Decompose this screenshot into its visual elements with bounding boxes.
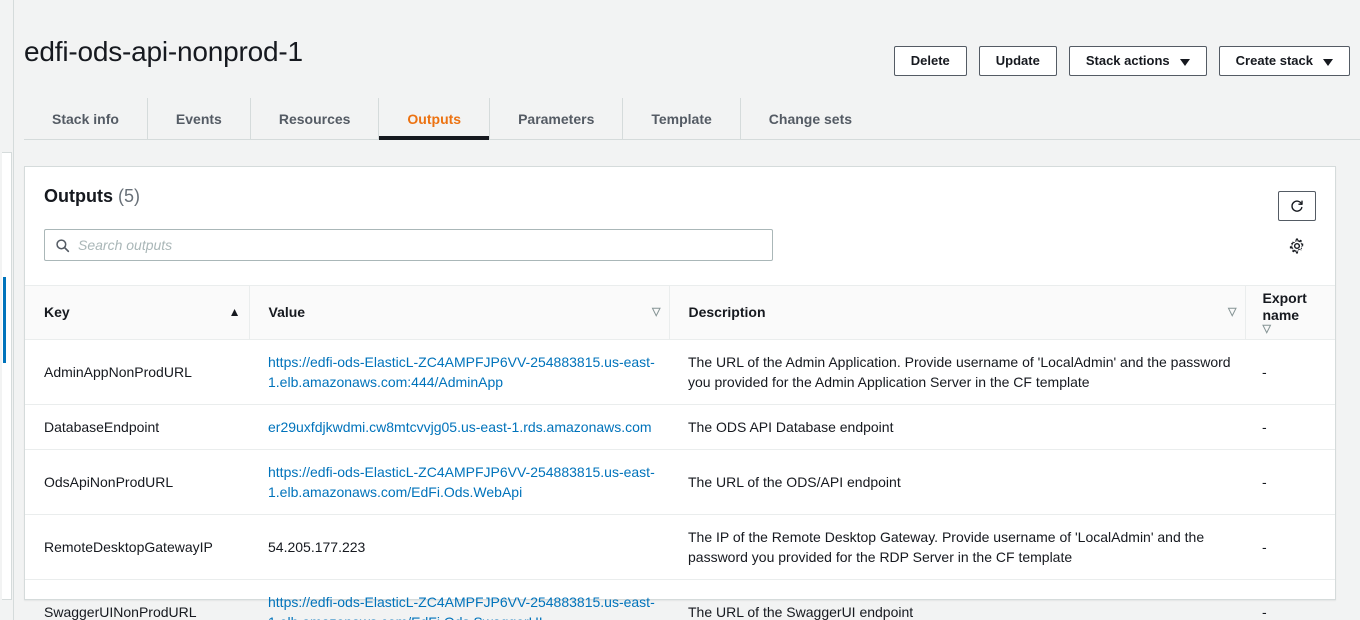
cell-key: RemoteDesktopGatewayIP [25, 514, 249, 580]
cell-value: 54.205.177.223 [249, 514, 669, 580]
table-row: AdminAppNonProdURL https://edfi-ods-Elas… [25, 339, 1335, 405]
cell-export-name: - [1245, 449, 1335, 515]
side-panel-active-indicator [3, 277, 6, 363]
column-header-export-name[interactable]: Export name ▽ [1244, 285, 1335, 340]
search-input[interactable] [78, 237, 762, 253]
tab-label: Parameters [518, 110, 595, 127]
table-row: DatabaseEndpoint er29uxfdjkwdmi.cw8mtcvv… [25, 404, 1335, 450]
outputs-table-body: AdminAppNonProdURL https://edfi-ods-Elas… [25, 339, 1335, 620]
tab-template[interactable]: Template [623, 98, 741, 139]
cell-description: The URL of the SwaggerUI endpoint [688, 604, 914, 620]
cell-key: DatabaseEndpoint [25, 404, 249, 450]
outputs-panel-header: Outputs (5) [25, 167, 1335, 285]
create-stack-label: Create stack [1235, 53, 1313, 68]
output-value-link[interactable]: https://edfi-ods-ElasticL-ZC4AMPFJP6VV-2… [268, 464, 655, 500]
cell-description: The IP of the Remote Desktop Gateway. Pr… [669, 514, 1245, 580]
cell-export-name: - [1262, 604, 1267, 620]
create-stack-button[interactable]: Create stack [1218, 46, 1350, 76]
table-row: SwaggerUINonProdURL https://edfi-ods-Ela… [25, 580, 1335, 620]
collapsed-side-panel[interactable] [0, 0, 14, 620]
cell-description: The ODS API Database endpoint [669, 404, 1245, 450]
delete-button[interactable]: Delete [893, 46, 967, 76]
tab-label: Template [651, 110, 712, 127]
output-value-link[interactable]: https://edfi-ods-ElasticL-ZC4AMPFJP6VV-2… [268, 354, 655, 390]
outputs-panel: Outputs (5) Search outputs Key ▲ Value ▽… [24, 166, 1336, 620]
cell-key: AdminAppNonProdURL [25, 339, 249, 405]
tab-events[interactable]: Events [148, 98, 251, 139]
column-label: Description [688, 304, 766, 321]
cell-description: The URL of the ODS/API endpoint [669, 449, 1245, 515]
stack-actions-label: Stack actions [1085, 53, 1170, 68]
search-outputs-field[interactable] [44, 229, 773, 261]
tab-change-sets[interactable]: Change sets [741, 98, 880, 139]
preferences-button[interactable] [1287, 236, 1307, 256]
page-title: edfi-ods-api-nonprod-1 [24, 36, 303, 67]
cell-value: https://edfi-ods-ElasticL-ZC4AMPFJP6VV-2… [249, 580, 669, 620]
outputs-table: Key ▲ Value ▽ Description ▽ Export name … [25, 285, 1335, 620]
output-value-link[interactable]: https://edfi-ods-ElasticL-ZC4AMPFJP6VV-2… [268, 594, 655, 620]
column-label: Key [44, 304, 70, 321]
side-panel-edge[interactable] [2, 152, 12, 600]
column-label: Export name [1262, 290, 1307, 323]
search-icon [56, 238, 70, 252]
sort-ascending-icon: ▲ [228, 305, 241, 320]
cloudformation-stack-detail-page: edfi-ods-api-nonprod-1 Delete Update Sta… [0, 0, 1360, 620]
cell-export-name: - [1245, 339, 1335, 405]
sort-icon: ▽ [652, 305, 661, 318]
cell-key: SwaggerUINonProdURL [44, 604, 197, 620]
table-row: OdsApiNonProdURL https://edfi-ods-Elasti… [25, 449, 1335, 515]
tab-resources[interactable]: Resources [251, 98, 380, 139]
cell-value: https://edfi-ods-ElasticL-ZC4AMPFJP6VV-2… [249, 449, 669, 515]
column-label: Value [268, 304, 306, 321]
cell-value: https://edfi-ods-ElasticL-ZC4AMPFJP6VV-2… [249, 339, 669, 405]
column-header-key[interactable]: Key ▲ [25, 285, 249, 340]
table-header-row: Key ▲ Value ▽ Description ▽ Export name … [25, 285, 1335, 340]
page-header: edfi-ods-api-nonprod-1 Delete Update Sta… [14, 0, 1360, 140]
tab-stack-info[interactable]: Stack info [24, 98, 148, 139]
table-row: RemoteDesktopGatewayIP 54.205.177.223 Th… [25, 514, 1335, 580]
cell-description: The URL of the Admin Application. Provid… [669, 339, 1245, 405]
stack-detail-tabs: Stack info Events Resources Outputs Para… [24, 98, 1360, 140]
sort-icon: ▽ [1228, 305, 1237, 318]
outputs-count: (5) [118, 186, 141, 206]
cell-export-name: - [1245, 404, 1335, 450]
column-header-description[interactable]: Description ▽ [668, 285, 1245, 340]
outputs-heading: Outputs (5) [44, 186, 140, 207]
tab-label: Events [175, 110, 222, 127]
refresh-icon [1291, 200, 1303, 212]
gear-icon [1289, 238, 1304, 254]
update-button[interactable]: Update [978, 46, 1057, 76]
stack-actions-button[interactable]: Stack actions [1068, 46, 1207, 76]
chevron-down-icon [1323, 58, 1333, 66]
refresh-button[interactable] [1278, 191, 1316, 221]
cell-value: er29uxfdjkwdmi.cw8mtcvvjg05.us-east-1.rd… [249, 404, 669, 450]
tab-label: Change sets [768, 110, 853, 127]
tab-label: Stack info [52, 110, 119, 127]
header-actions: Delete Update Stack actions Create stack [893, 46, 1350, 76]
tab-label: Outputs [407, 110, 462, 127]
outputs-heading-label: Outputs [44, 186, 113, 206]
tab-outputs[interactable]: Outputs [379, 98, 491, 140]
chevron-down-icon [1179, 58, 1190, 66]
tab-label: Resources [278, 110, 351, 127]
column-header-value[interactable]: Value ▽ [248, 285, 669, 340]
tab-parameters[interactable]: Parameters [490, 98, 624, 139]
sort-icon: ▽ [1262, 322, 1271, 335]
output-value-text: 54.205.177.223 [268, 539, 366, 555]
output-value-link[interactable]: er29uxfdjkwdmi.cw8mtcvvjg05.us-east-1.rd… [268, 419, 652, 435]
outputs-table-header: Key ▲ Value ▽ Description ▽ Export name … [25, 285, 1335, 340]
cell-export-name: - [1245, 514, 1335, 580]
cell-key: OdsApiNonProdURL [25, 449, 249, 515]
